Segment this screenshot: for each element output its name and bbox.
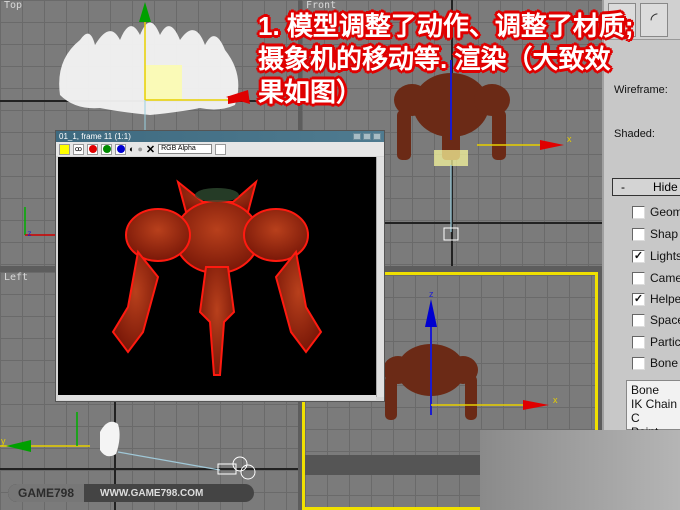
window-titlebar[interactable]: 01_1, frame 11 (1:1) xyxy=(56,131,384,142)
checkbox[interactable]: ✓ xyxy=(632,292,645,306)
render-canvas xyxy=(58,157,376,397)
clone-icon[interactable]: ꝏ xyxy=(73,143,84,155)
rendered-creature xyxy=(111,179,323,376)
hide-category-space[interactable]: Space xyxy=(632,313,680,327)
hide-category-lights[interactable]: ✓ Lights xyxy=(632,249,680,263)
hide-category-helpe[interactable]: ✓ Helpe xyxy=(632,292,680,306)
checkbox-label: Space xyxy=(650,313,680,327)
checkbox[interactable] xyxy=(632,335,645,349)
tripod-z-label: z xyxy=(27,229,32,238)
green-channel-icon xyxy=(102,145,111,153)
watermark-brand: GAME798 xyxy=(8,484,85,502)
checkbox[interactable] xyxy=(632,205,645,219)
green-channel-toggle[interactable] xyxy=(101,143,112,155)
hide-rollout-header[interactable]: - Hide xyxy=(612,178,680,196)
checkbox-label: Came xyxy=(650,271,680,285)
checkbox-label: Lights xyxy=(650,249,680,263)
maximize-button[interactable] xyxy=(363,133,371,140)
hide-category-geom[interactable]: Geom xyxy=(632,205,680,219)
x-axis-label-persp: x xyxy=(553,395,558,405)
clear-icon[interactable]: ✕ xyxy=(146,143,155,156)
y-axis-label: y xyxy=(1,436,6,446)
object-type-list[interactable]: Bone IK Chain C Point xyxy=(626,380,680,439)
horizontal-scrollbar[interactable] xyxy=(58,395,376,400)
checkbox-label: Helpe xyxy=(650,292,680,306)
headline-line-1: 1. 模型调整了动作、调整了材质; xyxy=(258,11,634,41)
hide-category-shap[interactable]: Shap xyxy=(632,227,678,241)
z-axis-arrow-icon xyxy=(425,299,437,327)
save-icon[interactable] xyxy=(59,143,70,155)
hide-category-bone[interactable]: Bone xyxy=(632,356,678,370)
gradient-overlay xyxy=(480,430,680,510)
annotation-headline: 1. 模型调整了动作、调整了材质; 摄象机的移动等. 渲染（大致效 果如图） xyxy=(258,10,678,109)
x-axis-arrow-icon xyxy=(523,400,549,410)
alpha-toggle-icon[interactable]: ◐ xyxy=(129,144,134,154)
checkbox-label: Geom xyxy=(650,205,680,219)
x-axis-arrow-icon xyxy=(228,96,250,104)
checkbox[interactable] xyxy=(632,227,645,241)
channel-select[interactable]: RGB Alpha xyxy=(158,144,213,154)
headline-line-2: 摄象机的移动等. 渲染（大致效 xyxy=(258,44,611,74)
watermark-bar: GAME798 WWW.GAME798.COM xyxy=(8,484,254,502)
z-axis-label: z xyxy=(429,289,434,299)
x-axis-label: x xyxy=(567,134,572,144)
checkbox-label: Bone xyxy=(650,356,679,370)
side-model xyxy=(100,421,120,457)
red-channel-toggle[interactable] xyxy=(87,143,98,155)
hide-category-came[interactable]: Came xyxy=(632,271,680,285)
selection-gizmo-plane xyxy=(145,65,182,100)
window-title: 01_1, frame 11 (1:1) xyxy=(59,132,131,141)
checkbox[interactable] xyxy=(632,271,645,285)
collapse-icon: - xyxy=(621,180,625,194)
checkbox[interactable]: ✓ xyxy=(632,249,645,263)
watermark-url: WWW.GAME798.COM xyxy=(100,487,204,499)
shaded-label: Shaded: xyxy=(614,128,655,140)
checkbox-label: Partic xyxy=(650,335,680,349)
checkbox-label: Shap xyxy=(650,227,679,241)
checkbox[interactable] xyxy=(632,313,645,327)
mono-toggle-icon[interactable]: ● xyxy=(137,144,142,154)
blue-channel-icon xyxy=(116,145,125,153)
rollout-title: Hide xyxy=(653,180,678,194)
checkbox[interactable] xyxy=(632,356,645,370)
rendered-frame-window[interactable]: 01_1, frame 11 (1:1) ꝏ ◐ ● ✕ RGB Alpha xyxy=(55,130,385,402)
list-item[interactable]: Bone xyxy=(631,383,680,397)
headline-line-3: 果如图） xyxy=(258,77,363,107)
minimize-button[interactable] xyxy=(353,133,361,140)
x-axis-arrow-icon xyxy=(540,140,564,150)
close-button[interactable] xyxy=(373,133,381,140)
red-channel-icon xyxy=(88,145,97,153)
list-item[interactable]: IK Chain C xyxy=(631,397,680,425)
y-axis-arrow-icon xyxy=(6,440,31,452)
hide-category-partic[interactable]: Partic xyxy=(632,335,680,349)
camera-target-line xyxy=(117,451,221,471)
y-axis-arrow-icon xyxy=(139,2,151,22)
color-swatch[interactable] xyxy=(215,143,227,155)
vertical-scrollbar[interactable] xyxy=(376,157,384,397)
blue-channel-toggle[interactable] xyxy=(115,143,126,155)
frame-toolbar: ꝏ ◐ ● ✕ RGB Alpha xyxy=(56,142,384,156)
